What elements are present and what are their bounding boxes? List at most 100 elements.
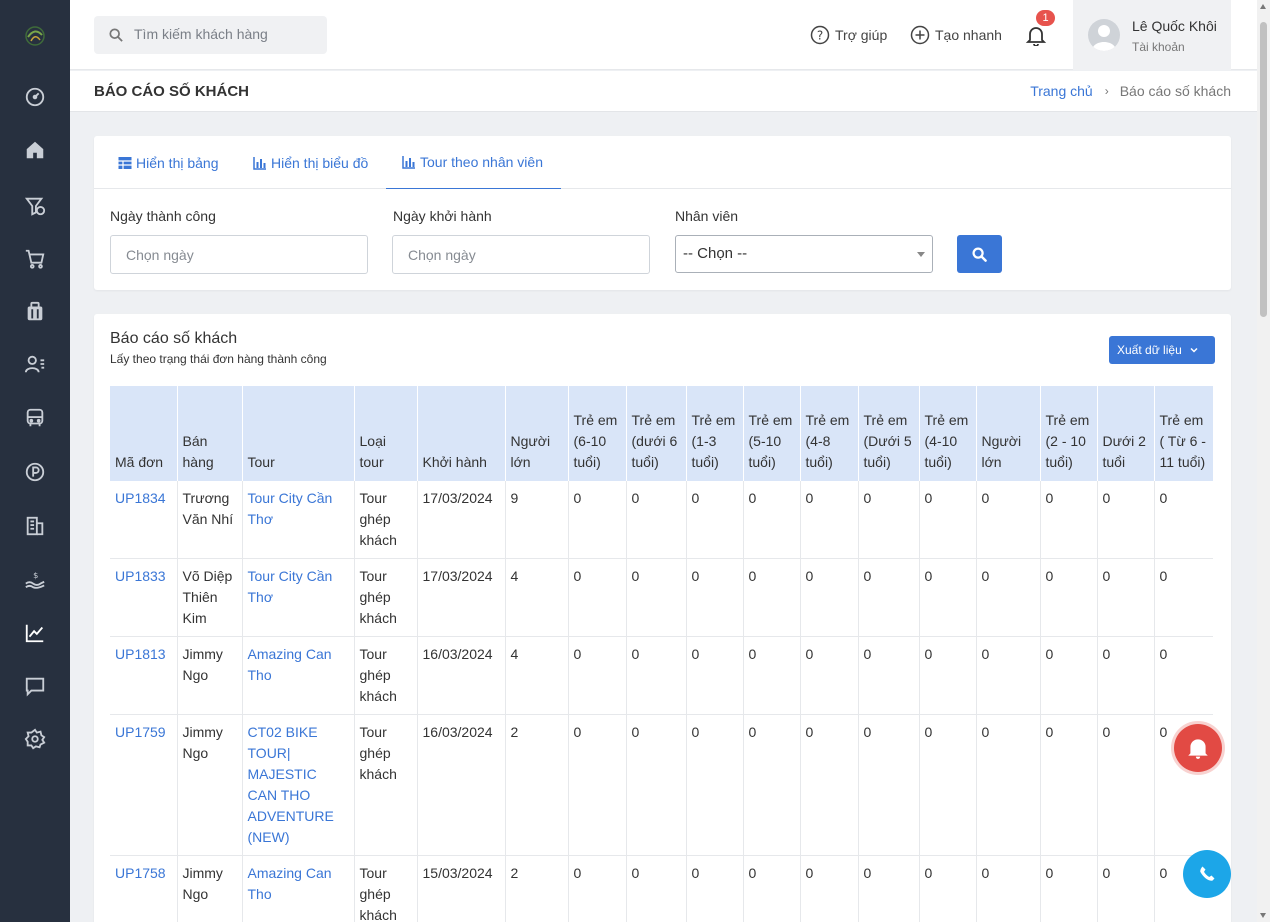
export-data-button[interactable]: Xuất dữ liệu xyxy=(1109,336,1215,364)
table-cell: 0 xyxy=(568,855,627,922)
departure-date-input[interactable] xyxy=(392,235,650,274)
scroll-down-arrow-icon[interactable] xyxy=(1260,913,1266,918)
bell-icon xyxy=(1188,739,1208,759)
tour-link[interactable]: Amazing Can Tho xyxy=(242,636,355,715)
notification-badge: 1 xyxy=(1036,10,1055,26)
user-menu[interactable]: Lê Quốc Khôi Tài khoản xyxy=(1073,0,1231,70)
column-header: Dưới 2 tuổi xyxy=(1097,386,1155,481)
column-header: Loại tour xyxy=(354,386,418,481)
line-chart-icon[interactable] xyxy=(23,621,47,645)
scroll-thumb[interactable] xyxy=(1260,22,1267,317)
notification-bell-icon[interactable] xyxy=(1025,24,1047,46)
breadcrumb-home[interactable]: Trang chủ xyxy=(1030,83,1093,99)
funnel-money-icon[interactable] xyxy=(23,194,47,218)
plus-circle-icon xyxy=(910,25,930,45)
cart-icon[interactable] xyxy=(23,247,47,271)
notification-fab[interactable] xyxy=(1174,724,1222,772)
table-cell: 0 xyxy=(1040,558,1098,637)
column-header: Trẻ em (2 - 10 tuổi) xyxy=(1040,386,1098,481)
page-title: BÁO CÁO SỐ KHÁCH xyxy=(94,83,250,100)
table-cell: Tour ghép khách xyxy=(354,714,418,856)
page-scrollbar[interactable] xyxy=(1257,0,1270,922)
customer-search[interactable] xyxy=(94,16,327,54)
staff-select-value: -- Chọn -- xyxy=(683,245,748,262)
sidebar: $ xyxy=(0,0,70,922)
bus-icon[interactable] xyxy=(23,406,47,430)
table-cell: 0 xyxy=(1040,714,1098,856)
table-cell: 0 xyxy=(800,636,859,715)
caret-down-icon xyxy=(917,252,925,257)
table-cell: 0 xyxy=(626,855,687,922)
tour-link[interactable]: Amazing Can Tho xyxy=(242,855,355,922)
table-cell: 0 xyxy=(1154,558,1213,637)
order-code-link[interactable]: UP1758 xyxy=(110,855,178,922)
table-cell: 2 xyxy=(505,855,569,922)
table-cell: 0 xyxy=(1097,714,1155,856)
table-cell: 0 xyxy=(626,636,687,715)
order-code-link[interactable]: UP1759 xyxy=(110,714,178,856)
dashboard-icon[interactable] xyxy=(23,85,47,109)
tab-table-view[interactable]: Hiển thị bảng xyxy=(118,136,219,189)
tour-link[interactable]: Tour City Cần Thơ xyxy=(242,558,355,637)
table-cell: 0 xyxy=(1097,636,1155,715)
table-header-row: Mã đơn Bán hàng Tour Loại tour Khởi hành… xyxy=(110,386,1213,481)
column-header: Trẻ em (dưới 6 tuổi) xyxy=(626,386,687,481)
briefcase-icon[interactable] xyxy=(23,300,47,324)
svg-text:?: ? xyxy=(817,29,823,43)
table-cell: 0 xyxy=(686,558,744,637)
table-cell: 9 xyxy=(505,481,569,559)
column-header: Mã đơn xyxy=(110,386,178,481)
table-row: UP1833 Võ Diệp Thiên Kim Tour City Cần Thơ… xyxy=(110,558,1213,637)
table-cell: Võ Diệp Thiên Kim xyxy=(177,558,243,637)
tab-label: Hiển thị bảng xyxy=(136,154,219,171)
table-cell: 0 xyxy=(800,481,859,559)
report-subtitle: Lấy theo trạng thái đơn hàng thành công xyxy=(110,352,327,366)
table-cell: 0 xyxy=(800,855,859,922)
column-header: Khởi hành xyxy=(417,386,506,481)
success-date-input[interactable] xyxy=(110,235,368,274)
filter-search-button[interactable] xyxy=(957,235,1002,273)
scroll-up-arrow-icon[interactable] xyxy=(1260,4,1266,9)
chat-icon[interactable] xyxy=(23,674,47,698)
search-icon xyxy=(972,246,987,262)
table-cell: 0 xyxy=(568,636,627,715)
quick-create-link[interactable]: Tạo nhanh xyxy=(910,24,1002,46)
hand-money-icon[interactable]: $ xyxy=(23,567,47,591)
staff-select[interactable]: -- Chọn -- xyxy=(675,235,933,273)
table-cell: 0 xyxy=(626,481,687,559)
order-code-link[interactable]: UP1834 xyxy=(110,481,178,559)
building-icon[interactable] xyxy=(23,514,47,538)
table-cell: 0 xyxy=(919,636,977,715)
users-list-icon[interactable] xyxy=(23,352,47,376)
table-cell: Trương Văn Nhí xyxy=(177,481,243,559)
table-cell: 0 xyxy=(858,558,920,637)
home-icon[interactable] xyxy=(23,138,47,162)
table-cell: 0 xyxy=(743,481,801,559)
call-fab[interactable] xyxy=(1183,850,1231,898)
table-cell: 0 xyxy=(858,855,920,922)
column-header: Trẻ em (5-10 tuổi) xyxy=(743,386,801,481)
chevron-down-icon xyxy=(1190,347,1198,353)
table-cell: 0 xyxy=(626,558,687,637)
tour-link[interactable]: CT02 BIKE TOUR| MAJESTIC CAN THO ADVENTU… xyxy=(242,714,355,856)
tour-link[interactable]: Tour City Cần Thơ xyxy=(242,481,355,559)
column-header: Bán hàng xyxy=(177,386,243,481)
table-cell: 0 xyxy=(686,714,744,856)
settings-icon[interactable] xyxy=(23,727,47,751)
table-cell: 16/03/2024 xyxy=(417,714,506,856)
table-cell: 0 xyxy=(919,714,977,856)
table-cell: Tour ghép khách xyxy=(354,855,418,922)
logo-icon[interactable] xyxy=(23,23,47,49)
help-link[interactable]: ? Trợ giúp xyxy=(810,24,887,46)
order-code-link[interactable]: UP1833 xyxy=(110,558,178,637)
table-cell: 4 xyxy=(505,558,569,637)
search-input[interactable] xyxy=(134,26,319,42)
order-code-link[interactable]: UP1813 xyxy=(110,636,178,715)
table-cell: 0 xyxy=(686,855,744,922)
table-cell: 17/03/2024 xyxy=(417,558,506,637)
parking-icon[interactable] xyxy=(23,460,47,484)
tab-tour-by-staff[interactable]: Tour theo nhân viên xyxy=(386,136,561,189)
tab-chart-view[interactable]: Hiển thị biểu đồ xyxy=(253,136,368,189)
column-header: Trẻ em (6-10 tuổi) xyxy=(568,386,627,481)
column-header: Trẻ em ( Từ 6 - 11 tuổi) xyxy=(1154,386,1213,481)
